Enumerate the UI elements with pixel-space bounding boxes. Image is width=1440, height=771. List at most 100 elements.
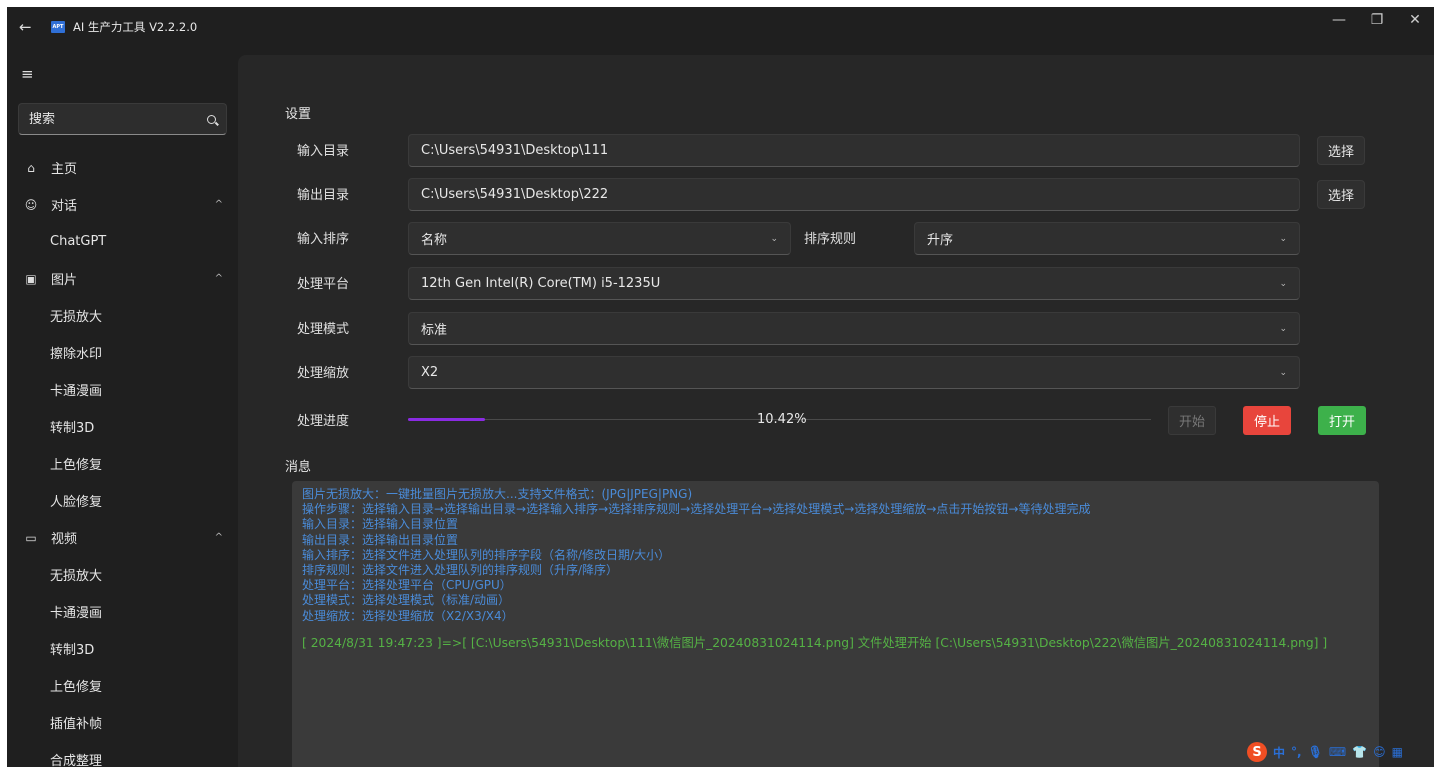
platform-label: 处理平台 — [297, 277, 350, 292]
sidebar-item-video-compose[interactable]: 合成整理 — [7, 741, 238, 767]
back-icon[interactable]: ← — [19, 18, 35, 36]
sidebar-item-image-upscale[interactable]: 无损放大 — [7, 297, 238, 334]
input-dir-field[interactable]: C:\Users\54931\Desktop\111 — [408, 134, 1300, 167]
sogou-logo-icon[interactable]: S — [1247, 742, 1267, 762]
close-icon[interactable]: ✕ — [1396, 7, 1434, 37]
sidebar-item-chat[interactable]: ☺ 对话 ^ — [7, 186, 238, 223]
chevron-up-icon: ^ — [214, 273, 223, 284]
input-dir-label: 输入目录 — [297, 144, 350, 159]
message-line: 图片无损放大：一键批量图片无损放大...支持文件格式：(JPG|JPEG|PNG… — [302, 487, 693, 501]
output-dir-select-button[interactable]: 选择 — [1317, 180, 1365, 209]
chevron-down-icon: ⌄ — [1279, 278, 1287, 289]
sidebar-item-video-cartoon[interactable]: 卡通漫画 — [7, 593, 238, 630]
output-dir-value: C:\Users\54931\Desktop\222 — [421, 187, 609, 202]
message-line: 输出目录：选择输出目录位置 — [302, 532, 459, 547]
sort-rule-value: 升序 — [927, 233, 954, 248]
ime-punctuation-icon[interactable]: °, — [1291, 745, 1302, 759]
input-dir-value: C:\Users\54931\Desktop\111 — [421, 143, 609, 158]
sidebar: ≡ ⌂ 主页 ☺ 对话 ^ ChatGPT ▣ 图片 ^ 无损放大 擦除水印 卡… — [7, 47, 238, 767]
scale-value: X2 — [421, 365, 439, 380]
mode-label: 处理模式 — [297, 322, 350, 337]
search-box[interactable] — [18, 103, 227, 135]
output-dir-label: 输出目录 — [297, 188, 350, 203]
message-line: 处理平台：选择处理平台（CPU/GPU） — [302, 578, 512, 593]
settings-title: 设置 — [285, 107, 312, 122]
sidebar-item-video-colorize[interactable]: 上色修复 — [7, 667, 238, 704]
sidebar-item-image-face[interactable]: 人脸修复 — [7, 482, 238, 519]
main-content: 设置 输入目录 C:\Users\54931\Desktop\111 选择 输出… — [238, 55, 1434, 767]
sidebar-item-label: 视频 — [51, 532, 78, 547]
sidebar-item-image-3d[interactable]: 转制3D — [7, 408, 238, 445]
menu-icon[interactable]: ≡ — [21, 65, 34, 83]
sidebar-item-video-upscale[interactable]: 无损放大 — [7, 556, 238, 593]
chevron-up-icon: ^ — [214, 532, 223, 543]
message-line: 输入目录：选择输入目录位置 — [302, 517, 459, 532]
message-line: 排序规则：选择文件进入处理队列的排序规则（升序/降序） — [302, 563, 619, 578]
chat-icon: ☺ — [24, 197, 38, 212]
search-input[interactable] — [29, 111, 179, 127]
app-window: ← APT AI 生产力工具 V2.2.2.0 — ❐ ✕ ≡ ⌂ 主页 ☺ 对… — [7, 7, 1434, 767]
skin-icon[interactable]: 👕 — [1352, 745, 1367, 759]
stop-button[interactable]: 停止 — [1243, 406, 1291, 435]
toolbox-icon[interactable]: ▦ — [1392, 745, 1403, 759]
sidebar-item-video-3d[interactable]: 转制3D — [7, 630, 238, 667]
message-line: 处理缩放：选择处理缩放（X2/X3/X4） — [302, 608, 514, 623]
minimize-icon[interactable]: — — [1320, 7, 1358, 37]
sidebar-item-video[interactable]: ▭ 视频 ^ — [7, 519, 238, 556]
sidebar-item-chatgpt[interactable]: ChatGPT — [7, 223, 238, 260]
ime-toolbar: S 中 °, 🎙 ⌨ 👕 😊 ▦ — [1247, 740, 1433, 764]
platform-select[interactable]: 12th Gen Intel(R) Core(TM) i5-1235U ⌄ — [408, 267, 1300, 300]
search-icon[interactable] — [207, 114, 216, 124]
keyboard-icon[interactable]: ⌨ — [1329, 745, 1346, 759]
sidebar-item-label: 主页 — [51, 162, 78, 177]
home-icon: ⌂ — [27, 160, 35, 175]
video-icon: ▭ — [25, 530, 37, 545]
message-line: 处理模式：选择处理模式（标准/动画） — [302, 593, 511, 608]
message-line: 输入排序：选择文件进入处理队列的排序字段（名称/修改日期/大小） — [302, 547, 671, 562]
message-log[interactable]: 图片无损放大：一键批量图片无损放大...支持文件格式：(JPG|JPEG|PNG… — [292, 481, 1379, 767]
sort-label: 输入排序 — [297, 232, 350, 247]
chevron-down-icon: ⌄ — [770, 233, 778, 244]
emoji-icon[interactable]: 😊 — [1373, 745, 1386, 759]
message-line: 操作步骤：选择输入目录→选择输出目录→选择输入排序→选择排序规则→选择处理平台→… — [302, 502, 1091, 517]
sidebar-item-image-colorize[interactable]: 上色修复 — [7, 445, 238, 482]
open-button[interactable]: 打开 — [1318, 406, 1366, 435]
sort-value: 名称 — [421, 233, 448, 248]
sidebar-item-label: 图片 — [51, 273, 78, 288]
sort-select[interactable]: 名称 ⌄ — [408, 222, 791, 255]
messages-title: 消息 — [285, 460, 312, 475]
chevron-down-icon: ⌄ — [1279, 367, 1287, 378]
chevron-up-icon: ^ — [214, 199, 223, 210]
window-controls: — ❐ ✕ — [1320, 7, 1434, 37]
scale-select[interactable]: X2 ⌄ — [408, 356, 1300, 389]
microphone-icon[interactable]: 🎙 — [1308, 745, 1323, 759]
restore-icon[interactable]: ❐ — [1358, 7, 1396, 37]
sort-rule-label: 排序规则 — [804, 232, 857, 247]
sidebar-nav: ⌂ 主页 ☺ 对话 ^ ChatGPT ▣ 图片 ^ 无损放大 擦除水印 卡通漫… — [7, 149, 238, 768]
progress-percent: 10.42% — [757, 412, 807, 427]
ime-mode-indicator[interactable]: 中 — [1273, 744, 1285, 761]
sidebar-item-image[interactable]: ▣ 图片 ^ — [7, 260, 238, 297]
platform-value: 12th Gen Intel(R) Core(TM) i5-1235U — [421, 276, 661, 291]
input-dir-select-button[interactable]: 选择 — [1317, 136, 1365, 165]
sidebar-item-home[interactable]: ⌂ 主页 — [7, 149, 238, 186]
title-bar: ← APT AI 生产力工具 V2.2.2.0 — ❐ ✕ — [7, 7, 1434, 47]
app-logo-icon: APT — [51, 21, 65, 33]
sidebar-item-image-cartoon[interactable]: 卡通漫画 — [7, 371, 238, 408]
scale-label: 处理缩放 — [297, 366, 350, 381]
mode-value: 标准 — [421, 323, 448, 338]
sidebar-item-video-interpolate[interactable]: 插值补帧 — [7, 704, 238, 741]
start-button[interactable]: 开始 — [1168, 406, 1216, 435]
mode-select[interactable]: 标准 ⌄ — [408, 312, 1300, 345]
output-dir-field[interactable]: C:\Users\54931\Desktop\222 — [408, 178, 1300, 211]
progress-fill — [408, 418, 486, 421]
chevron-down-icon: ⌄ — [1279, 323, 1287, 334]
sort-rule-select[interactable]: 升序 ⌄ — [914, 222, 1300, 255]
image-icon: ▣ — [25, 271, 37, 286]
chevron-down-icon: ⌄ — [1279, 233, 1287, 244]
process-log-entry: [ 2024/8/31 19:47:23 ]=>[ [C:\Users\5493… — [302, 635, 1328, 650]
progress-label: 处理进度 — [297, 414, 350, 429]
sidebar-item-label: 对话 — [51, 199, 78, 214]
sidebar-item-image-watermark[interactable]: 擦除水印 — [7, 334, 238, 371]
app-title: AI 生产力工具 V2.2.2.0 — [73, 20, 198, 34]
